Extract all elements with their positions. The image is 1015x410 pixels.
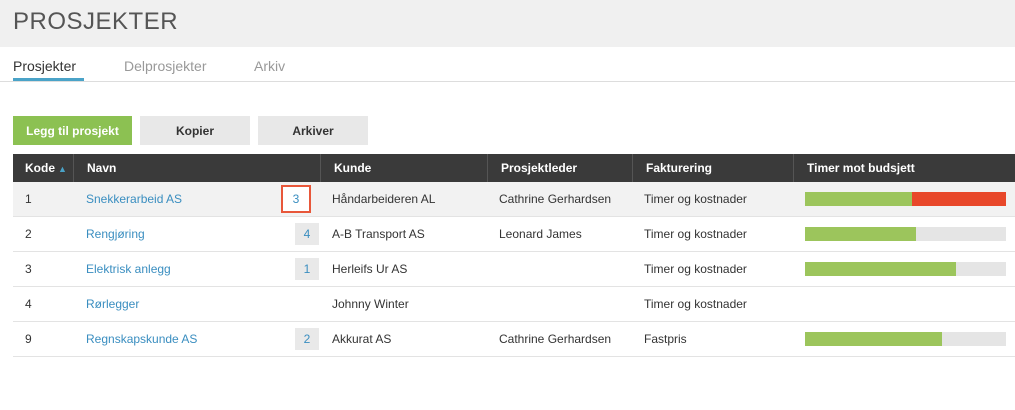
cell-kode: 9 — [25, 332, 32, 346]
tab-bar: Prosjekter Delprosjekter Arkiv — [0, 47, 1015, 82]
project-name-link[interactable]: Rengjøring — [86, 217, 145, 251]
cell-fakturering: Timer og kostnader — [644, 262, 747, 276]
sort-asc-icon: ▲ — [58, 164, 67, 174]
table-row[interactable]: 9 Regnskapskunde AS 2 Akkurat AS Cathrine Ge… — [13, 322, 1015, 357]
column-header-kunde[interactable]: Kunde — [320, 154, 487, 182]
subproject-count-badge[interactable]: 4 — [295, 223, 319, 245]
projects-table: Kode ▲ Navn Kunde Prosjektleder Faktureri… — [13, 154, 1015, 357]
table-row[interactable]: 3 Elektrisk anlegg 1 Herleifs Ur AS Timer og… — [13, 252, 1015, 287]
budget-fill — [805, 227, 916, 241]
cell-kode: 1 — [25, 192, 32, 206]
cell-kunde: Akkurat AS — [332, 332, 392, 346]
subproject-count-badge[interactable]: 3 — [281, 185, 311, 213]
budget-fill — [805, 332, 942, 346]
budget-over-fill — [911, 192, 1006, 206]
table-body: 1 Snekkerarbeid AS 3 Håndarbeideren AL Cathr… — [13, 182, 1015, 357]
cell-prosjektleder: Cathrine Gerhardsen — [499, 192, 612, 206]
budget-progress-bar — [805, 262, 1006, 276]
tab-arkiv[interactable]: Arkiv — [254, 58, 285, 74]
cell-kode: 2 — [25, 227, 32, 241]
cell-kunde: Johnny Winter — [332, 297, 409, 311]
cell-kunde: A-B Transport AS — [332, 227, 425, 241]
tab-delprosjekter[interactable]: Delprosjekter — [124, 58, 206, 74]
cell-kunde: Håndarbeideren AL — [332, 192, 436, 206]
add-project-button[interactable]: Legg til prosjekt — [13, 116, 132, 145]
cell-fakturering: Timer og kostnader — [644, 192, 747, 206]
cell-kode: 4 — [25, 297, 32, 311]
page-header: PROSJEKTER — [0, 0, 1015, 47]
subproject-count-badge[interactable]: 1 — [295, 258, 319, 280]
budget-fill — [805, 262, 956, 276]
active-tab-indicator — [13, 78, 84, 81]
cell-fakturering: Timer og kostnader — [644, 297, 747, 311]
cell-kunde: Herleifs Ur AS — [332, 262, 408, 276]
cell-kode: 3 — [25, 262, 32, 276]
budget-progress-bar — [805, 192, 1006, 206]
cell-fakturering: Fastpris — [644, 332, 687, 346]
cell-fakturering: Timer og kostnader — [644, 227, 747, 241]
project-name-link[interactable]: Rørlegger — [86, 287, 139, 321]
table-row[interactable]: 2 Rengjøring 4 A-B Transport AS Leonard Jame… — [13, 217, 1015, 252]
table-header: Kode ▲ Navn Kunde Prosjektleder Faktureri… — [13, 154, 1015, 182]
cell-prosjektleder: Cathrine Gerhardsen — [499, 332, 612, 346]
budget-progress-bar — [805, 227, 1006, 241]
budget-fill — [805, 192, 912, 206]
project-name-link[interactable]: Regnskapskunde AS — [86, 322, 197, 356]
column-header-prosjektleder[interactable]: Prosjektleder — [487, 154, 632, 182]
budget-progress-bar — [805, 332, 1006, 346]
tab-prosjekter[interactable]: Prosjekter — [13, 58, 76, 74]
column-header-kode[interactable]: Kode ▲ — [13, 154, 73, 182]
cell-prosjektleder: Leonard James — [499, 227, 582, 241]
subproject-count-badge[interactable]: 2 — [295, 328, 319, 350]
column-header-navn[interactable]: Navn — [73, 154, 320, 182]
column-header-fakturering[interactable]: Fakturering — [632, 154, 793, 182]
copy-button[interactable]: Kopier — [140, 116, 250, 145]
project-name-link[interactable]: Snekkerarbeid AS — [86, 182, 182, 216]
table-row[interactable]: 4 Rørlegger Johnny Winter Timer og kostnade… — [13, 287, 1015, 322]
table-row[interactable]: 1 Snekkerarbeid AS 3 Håndarbeideren AL Cathr… — [13, 182, 1015, 217]
archive-button[interactable]: Arkiver — [258, 116, 368, 145]
page-title: PROSJEKTER — [13, 8, 179, 35]
project-name-link[interactable]: Elektrisk anlegg — [86, 252, 171, 286]
column-header-timer[interactable]: Timer mot budsjett — [793, 154, 1015, 182]
